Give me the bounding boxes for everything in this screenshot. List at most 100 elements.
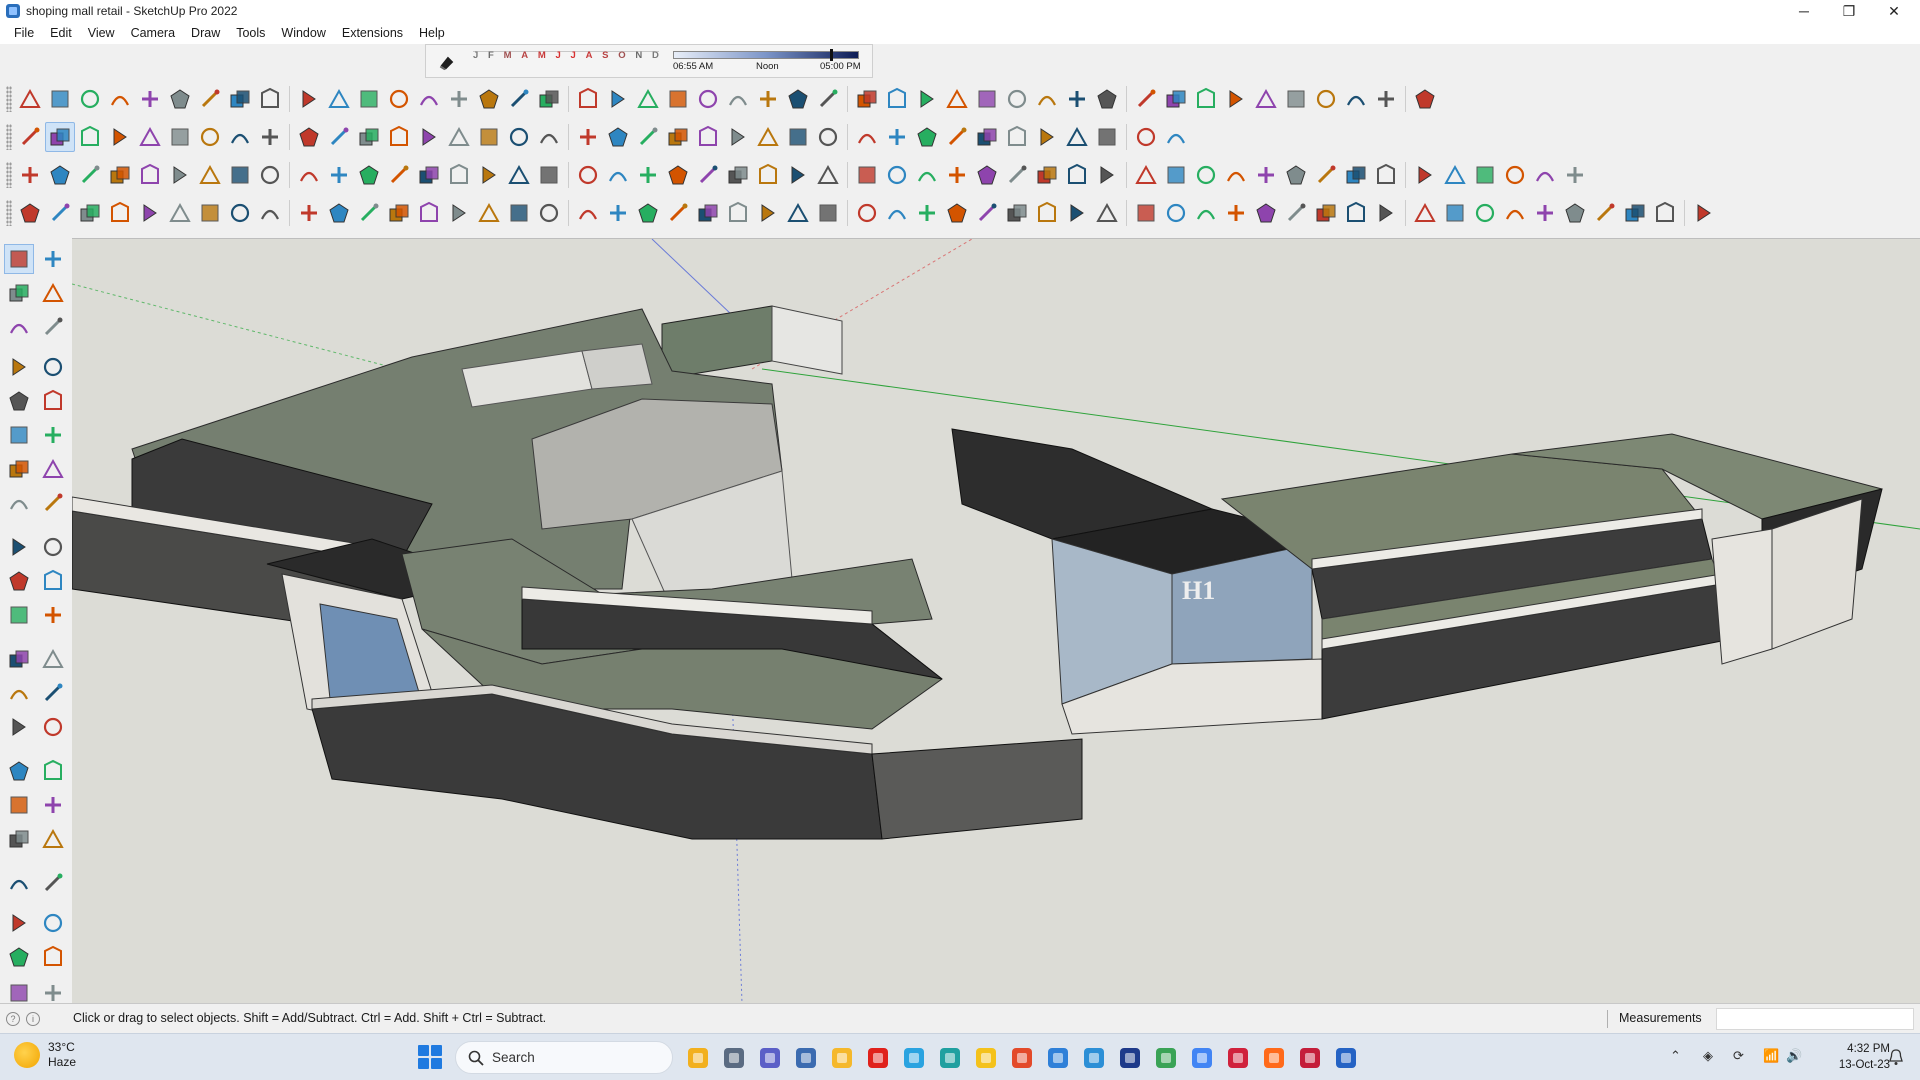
slab-tool-icon[interactable]: [972, 84, 1002, 114]
hidden-line-icon[interactable]: [942, 160, 972, 190]
solid-intersect-icon[interactable]: [942, 122, 972, 152]
subdivide-icon[interactable]: [414, 84, 444, 114]
oval-icon[interactable]: [414, 160, 444, 190]
face-22-icon[interactable]: [1221, 198, 1251, 228]
warehouse-icon[interactable]: [813, 122, 843, 152]
onedrive-sync-icon[interactable]: ⟳: [1733, 1048, 1744, 1064]
section-cut-icon[interactable]: [1251, 160, 1281, 190]
slope-icon[interactable]: [693, 160, 723, 190]
minimize-button[interactable]: ─: [1781, 0, 1827, 22]
profile-builder-icon[interactable]: [723, 84, 753, 114]
orbit-icon[interactable]: [38, 244, 68, 274]
group-icon[interactable]: [165, 160, 195, 190]
select-icon[interactable]: [4, 244, 34, 274]
angle-icon[interactable]: [663, 160, 693, 190]
face-16-icon[interactable]: [1032, 198, 1062, 228]
pan-icon[interactable]: [38, 756, 68, 786]
wave-icon[interactable]: [573, 160, 603, 190]
face-11-icon[interactable]: [882, 198, 912, 228]
menu-view[interactable]: View: [80, 26, 123, 40]
tape-measure-icon[interactable]: [4, 644, 34, 674]
face-26-icon[interactable]: [1341, 198, 1371, 228]
house-front-icon[interactable]: [1341, 84, 1371, 114]
spline-icon[interactable]: [105, 84, 135, 114]
shape-8-icon[interactable]: [534, 198, 564, 228]
select-icon[interactable]: [45, 122, 75, 152]
face-28-icon[interactable]: [1410, 198, 1440, 228]
orbit-tool-icon[interactable]: [4, 756, 34, 786]
ladder-icon[interactable]: [1131, 84, 1161, 114]
face-24-icon[interactable]: [1281, 198, 1311, 228]
lock-icon[interactable]: [135, 160, 165, 190]
sketchup-icon[interactable]: [1331, 1043, 1361, 1073]
zoom-extents-icon[interactable]: [4, 824, 34, 854]
freehand-icon[interactable]: [15, 84, 45, 114]
component-box-icon[interactable]: [45, 160, 75, 190]
chain-icon[interactable]: [534, 160, 564, 190]
time-slider[interactable]: [673, 49, 859, 61]
solid-union-icon[interactable]: [972, 122, 1002, 152]
wireframe-icon[interactable]: [912, 160, 942, 190]
taskbar-clock[interactable]: 4:32 PM 13-Oct-23: [1820, 1041, 1890, 1073]
two-point-arc-icon[interactable]: [38, 454, 68, 484]
material-1-icon[interactable]: [1371, 160, 1401, 190]
menu-camera[interactable]: Camera: [123, 26, 183, 40]
shadow-toggle-icon[interactable]: [438, 53, 456, 71]
task-view-icon[interactable]: [719, 1043, 749, 1073]
shaded-icon[interactable]: [972, 160, 1002, 190]
line-tool-icon[interactable]: [135, 122, 165, 152]
styles-icon[interactable]: [783, 122, 813, 152]
window-tool-icon[interactable]: [852, 84, 882, 114]
curtain-wall-icon[interactable]: [1161, 84, 1191, 114]
calculator-icon[interactable]: [791, 1043, 821, 1073]
menu-tools[interactable]: Tools: [228, 26, 273, 40]
section-plane-icon[interactable]: [225, 160, 255, 190]
component-icon[interactable]: [4, 312, 34, 342]
zoom-window-icon[interactable]: [38, 790, 68, 820]
garage-icon[interactable]: [1410, 84, 1440, 114]
face-30-icon[interactable]: [1470, 198, 1500, 228]
face-17-icon[interactable]: [1062, 198, 1092, 228]
look-around-icon[interactable]: [38, 868, 68, 898]
telegram-icon[interactable]: [899, 1043, 929, 1073]
back-edges-icon[interactable]: [882, 160, 912, 190]
sandbox-from-contours-icon[interactable]: [504, 84, 534, 114]
extension-icon[interactable]: [38, 942, 68, 972]
railing-icon[interactable]: [1032, 84, 1062, 114]
curve-edit-icon[interactable]: [75, 84, 105, 114]
show-hidden-icons-icon[interactable]: ⌃: [1670, 1048, 1681, 1064]
face-12-icon[interactable]: [912, 198, 942, 228]
face-23-icon[interactable]: [1251, 198, 1281, 228]
tool-i-icon[interactable]: [255, 198, 285, 228]
pie-icon[interactable]: [4, 488, 34, 518]
line-icon[interactable]: [4, 352, 34, 382]
warehouse-dropdown-icon[interactable]: [852, 122, 882, 152]
face-18-icon[interactable]: [1092, 198, 1122, 228]
circle-icon[interactable]: [4, 420, 34, 450]
tool-j-icon[interactable]: [294, 198, 324, 228]
material-2-icon[interactable]: [1410, 160, 1440, 190]
face-32-icon[interactable]: [1530, 198, 1560, 228]
shape-5-icon[interactable]: [444, 198, 474, 228]
shape-7-icon[interactable]: [504, 198, 534, 228]
material-5-icon[interactable]: [1500, 160, 1530, 190]
rotate-icon[interactable]: [4, 566, 34, 596]
brick-icon[interactable]: [1251, 84, 1281, 114]
paint-icon[interactable]: [255, 160, 285, 190]
offset-icon[interactable]: [38, 600, 68, 630]
paint-bucket-icon[interactable]: [534, 122, 564, 152]
app-red-icon[interactable]: [1295, 1043, 1325, 1073]
offset-icon[interactable]: [294, 84, 324, 114]
face-7-icon[interactable]: [753, 198, 783, 228]
louver-icon[interactable]: [1221, 84, 1251, 114]
face-style-icon[interactable]: [813, 160, 843, 190]
link-icon[interactable]: [603, 160, 633, 190]
face-25-icon[interactable]: [1311, 198, 1341, 228]
google-drive-icon[interactable]: [1151, 1043, 1181, 1073]
tool-h-icon[interactable]: [225, 198, 255, 228]
circle-icon[interactable]: [354, 160, 384, 190]
zoom-icon[interactable]: [633, 122, 663, 152]
curve-icon[interactable]: [753, 160, 783, 190]
sweep-icon[interactable]: [195, 84, 225, 114]
menu-file[interactable]: File: [6, 26, 42, 40]
